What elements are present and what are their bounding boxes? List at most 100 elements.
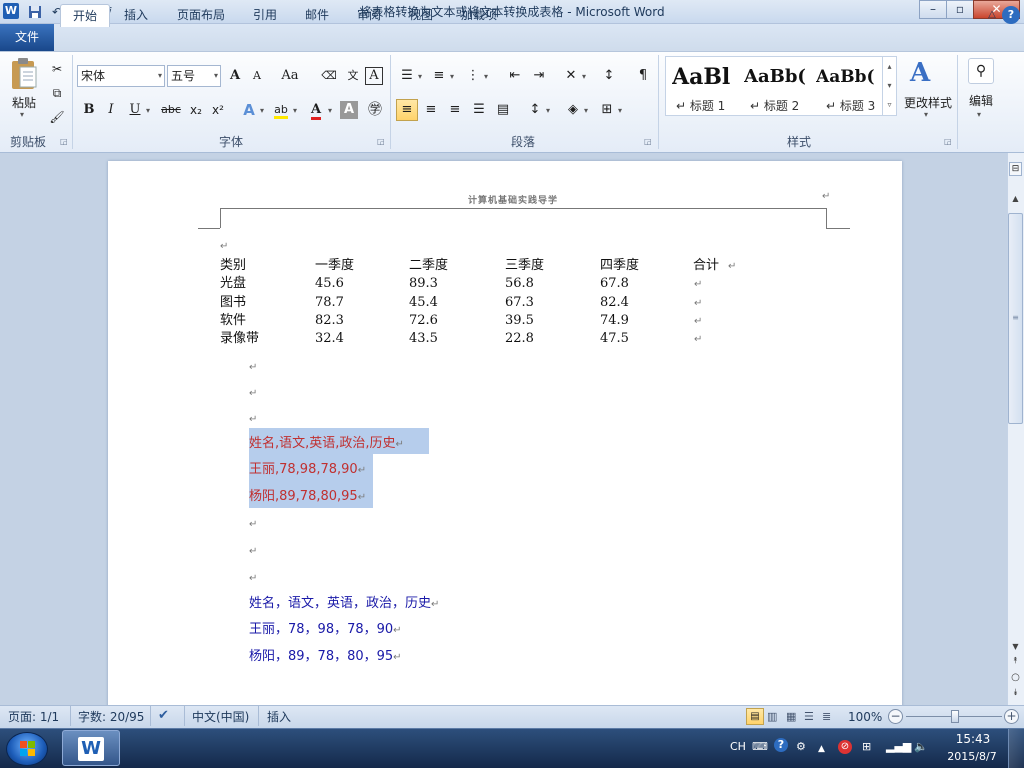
bullets-dropdown-icon[interactable]: ▾ bbox=[418, 72, 422, 81]
styles-gallery[interactable]: AaBl AaBb( AaBb( ↵ 标题 1 ↵ 标题 2 ↵ 标题 3 bbox=[665, 56, 897, 116]
underline-button[interactable]: U bbox=[124, 99, 146, 121]
copy-icon[interactable]: ⧉ bbox=[46, 82, 68, 104]
print-layout-view-icon[interactable]: ▤ bbox=[746, 708, 764, 725]
paste-dropdown-icon[interactable]: ▾ bbox=[20, 110, 24, 119]
multilevel-list-icon[interactable]: ⋮ bbox=[462, 65, 484, 87]
editing-dropdown-icon[interactable]: ▾ bbox=[977, 110, 981, 119]
italic-button[interactable]: I bbox=[100, 99, 122, 121]
bullets-icon[interactable]: ☰ bbox=[396, 65, 418, 87]
distributed-button[interactable]: ▤ bbox=[492, 99, 514, 121]
help-icon[interactable]: ? bbox=[1002, 6, 1020, 24]
style-sample-heading-2[interactable]: AaBb( bbox=[744, 59, 808, 95]
borders-icon[interactable]: ⊞ bbox=[596, 99, 618, 121]
chinese-layout-dropdown-icon[interactable]: ▾ bbox=[582, 72, 586, 81]
outline-view-icon[interactable]: ☰ bbox=[804, 710, 814, 723]
scroll-up-icon[interactable]: ▲ bbox=[1009, 192, 1022, 206]
page-count[interactable]: 页面: 1/1 bbox=[8, 706, 59, 728]
volume-icon[interactable]: 🔈 bbox=[914, 740, 928, 754]
change-case-button[interactable]: Aa bbox=[276, 65, 304, 87]
text-effects-icon[interactable]: A bbox=[238, 99, 260, 121]
show-hidden-icons[interactable]: ▲ bbox=[818, 742, 825, 756]
increase-indent-icon[interactable]: ⇥ bbox=[528, 65, 550, 87]
font-launcher-icon[interactable]: ◲ bbox=[377, 137, 386, 146]
multilevel-dropdown-icon[interactable]: ▾ bbox=[484, 72, 488, 81]
numbering-dropdown-icon[interactable]: ▾ bbox=[450, 72, 454, 81]
style-sample-heading-3[interactable]: AaBb( bbox=[816, 59, 880, 95]
ime-options-icon[interactable]: ⚙ bbox=[796, 740, 806, 754]
ime-help-icon[interactable]: ? bbox=[774, 738, 788, 752]
tab-home[interactable]: 开始 bbox=[60, 4, 110, 27]
text-line[interactable]: 王丽，78，98，78，90↵ bbox=[249, 620, 402, 640]
zoom-slider-thumb[interactable] bbox=[951, 710, 959, 723]
next-page-icon[interactable]: ⯯ bbox=[1009, 688, 1022, 698]
font-size-combo[interactable]: 五号 ▾ bbox=[167, 65, 221, 87]
line-spacing-dropdown-icon[interactable]: ▾ bbox=[546, 106, 550, 115]
shading-icon[interactable]: ◈ bbox=[562, 99, 584, 121]
align-right-button[interactable]: ≡ bbox=[444, 99, 466, 121]
scroll-down-icon[interactable]: ▼ bbox=[1009, 640, 1022, 654]
tab-file[interactable]: 文件 bbox=[0, 24, 54, 51]
clock-time[interactable]: 15:43 bbox=[948, 732, 998, 746]
font-color-icon[interactable]: A bbox=[305, 99, 327, 121]
selected-line[interactable]: 姓名,语文,英语,政治,历史↵ bbox=[249, 434, 404, 454]
chinese-layout-icon[interactable]: ✕ bbox=[560, 65, 582, 87]
ruler-toggle-icon[interactable]: ⊟ bbox=[1009, 162, 1022, 176]
save-icon[interactable] bbox=[26, 3, 44, 21]
keyboard-icon[interactable]: ⌨ bbox=[752, 740, 768, 754]
tab-addins[interactable]: 加载项 bbox=[452, 4, 506, 27]
styles-gallery-scroll[interactable]: ▴ ▾ ▿ bbox=[882, 57, 896, 115]
paste-button[interactable]: 粘贴 bbox=[8, 94, 40, 111]
tab-mailings[interactable]: 邮件 bbox=[296, 4, 338, 27]
tab-page-layout[interactable]: 页面布局 bbox=[168, 4, 234, 27]
taskbar-word-button[interactable]: W bbox=[62, 730, 120, 766]
show-marks-icon[interactable]: ¶ bbox=[632, 65, 654, 87]
binoculars-icon[interactable]: ⚲ bbox=[968, 58, 994, 84]
tab-view[interactable]: 视图 bbox=[400, 4, 442, 27]
decrease-indent-icon[interactable]: ⇤ bbox=[504, 65, 526, 87]
sort-icon[interactable]: ↕ bbox=[598, 65, 620, 87]
zoom-level[interactable]: 100% bbox=[848, 706, 882, 728]
bold-button[interactable]: B bbox=[78, 99, 100, 121]
grow-font-button[interactable]: A bbox=[224, 65, 246, 87]
minimize-button[interactable]: – bbox=[919, 0, 947, 19]
align-center-button[interactable]: ≡ bbox=[420, 99, 442, 121]
change-styles-button[interactable]: 更改样式 bbox=[902, 94, 954, 111]
word-count[interactable]: 字数: 20/95 bbox=[78, 706, 144, 728]
tab-references[interactable]: 引用 bbox=[244, 4, 286, 27]
phonetic-guide-icon[interactable]: 文 bbox=[342, 65, 364, 87]
subscript-button[interactable]: x₂ bbox=[185, 99, 207, 121]
zoom-out-icon[interactable]: − bbox=[888, 709, 903, 724]
security-tray-icon[interactable]: ⊘ bbox=[838, 740, 852, 754]
shading-dropdown-icon[interactable]: ▾ bbox=[584, 106, 588, 115]
tab-insert[interactable]: 插入 bbox=[114, 4, 158, 27]
highlight-dropdown-icon[interactable]: ▾ bbox=[293, 106, 297, 115]
font-name-combo[interactable]: 宋体 ▾ bbox=[77, 65, 165, 87]
numbering-icon[interactable]: ≡ bbox=[428, 65, 450, 87]
underline-dropdown-icon[interactable]: ▾ bbox=[146, 106, 150, 115]
editing-button[interactable]: 编辑 bbox=[960, 92, 1002, 109]
draft-view-icon[interactable]: ≣ bbox=[822, 710, 831, 723]
char-shading-icon[interactable]: A bbox=[340, 101, 358, 119]
change-styles-icon[interactable]: A bbox=[910, 58, 930, 88]
styles-launcher-icon[interactable]: ◲ bbox=[944, 137, 953, 146]
word-app-icon[interactable]: W bbox=[3, 3, 19, 19]
change-styles-dropdown-icon[interactable]: ▾ bbox=[924, 110, 928, 119]
proofing-icon[interactable]: ✔ bbox=[158, 708, 169, 723]
windows-flag-icon[interactable]: ⊞ bbox=[862, 740, 871, 754]
shrink-font-button[interactable]: A bbox=[246, 65, 268, 87]
paste-icon[interactable] bbox=[8, 57, 40, 93]
language-indicator[interactable]: 中文(中国) bbox=[192, 706, 249, 728]
maximize-button[interactable]: ▫ bbox=[946, 0, 974, 19]
style-sample-heading-1[interactable]: AaBl bbox=[672, 59, 734, 95]
zoom-in-icon[interactable]: + bbox=[1004, 709, 1019, 724]
highlight-icon[interactable]: ab bbox=[270, 99, 292, 121]
full-screen-reading-icon[interactable]: ▥ bbox=[767, 710, 777, 723]
cut-icon[interactable]: ✂ bbox=[46, 58, 68, 80]
show-desktop-button[interactable] bbox=[1008, 729, 1024, 768]
strikethrough-button[interactable]: abc bbox=[158, 99, 184, 121]
web-layout-icon[interactable]: ▦ bbox=[786, 710, 796, 723]
char-border-icon[interactable]: A bbox=[365, 67, 383, 85]
ime-indicator[interactable]: CH bbox=[730, 740, 746, 754]
superscript-button[interactable]: x² bbox=[207, 99, 229, 121]
font-color-dropdown-icon[interactable]: ▾ bbox=[328, 106, 332, 115]
